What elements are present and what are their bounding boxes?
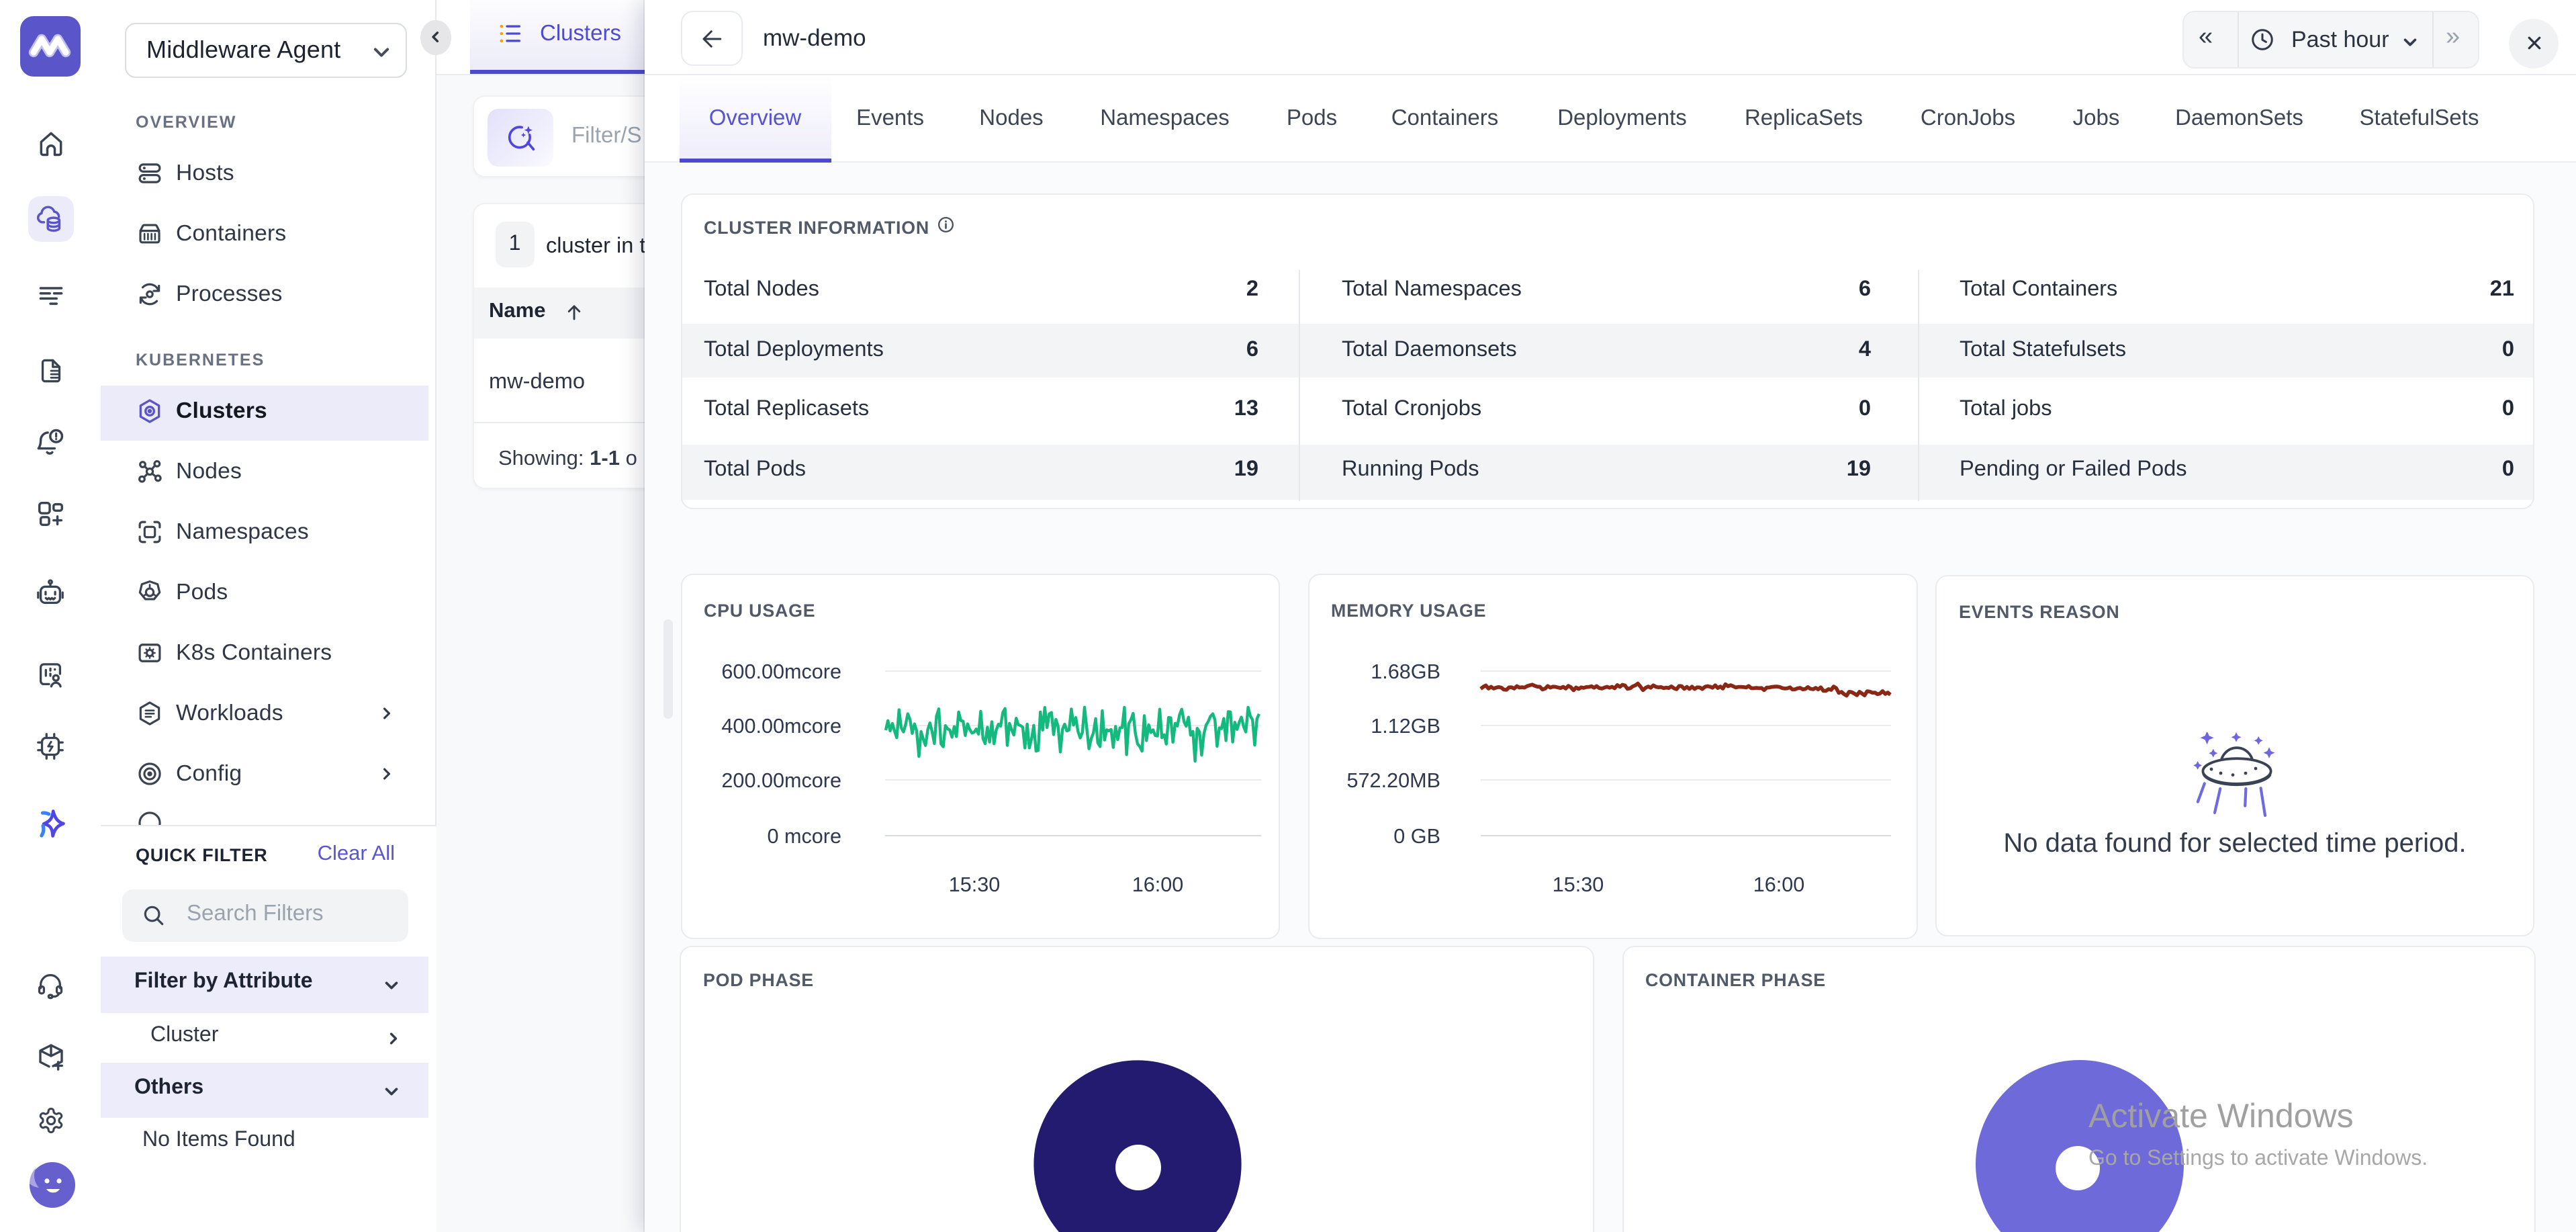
svg-text:200.00mcore: 200.00mcore [721, 768, 841, 791]
svg-text:1.12GB: 1.12GB [1370, 714, 1440, 737]
svg-text:400.00mcore: 400.00mcore [721, 714, 841, 737]
svg-text:16:00: 16:00 [1753, 873, 1804, 895]
svg-text:15:30: 15:30 [1552, 873, 1604, 895]
svg-text:1.68GB: 1.68GB [1370, 660, 1440, 683]
svg-text:16:00: 16:00 [1132, 873, 1183, 895]
svg-text:0 GB: 0 GB [1393, 824, 1440, 847]
svg-text:600.00mcore: 600.00mcore [721, 660, 841, 683]
svg-text:0 mcore: 0 mcore [766, 824, 841, 847]
svg-text:572.20MB: 572.20MB [1346, 768, 1440, 791]
svg-text:15:30: 15:30 [948, 873, 1000, 895]
